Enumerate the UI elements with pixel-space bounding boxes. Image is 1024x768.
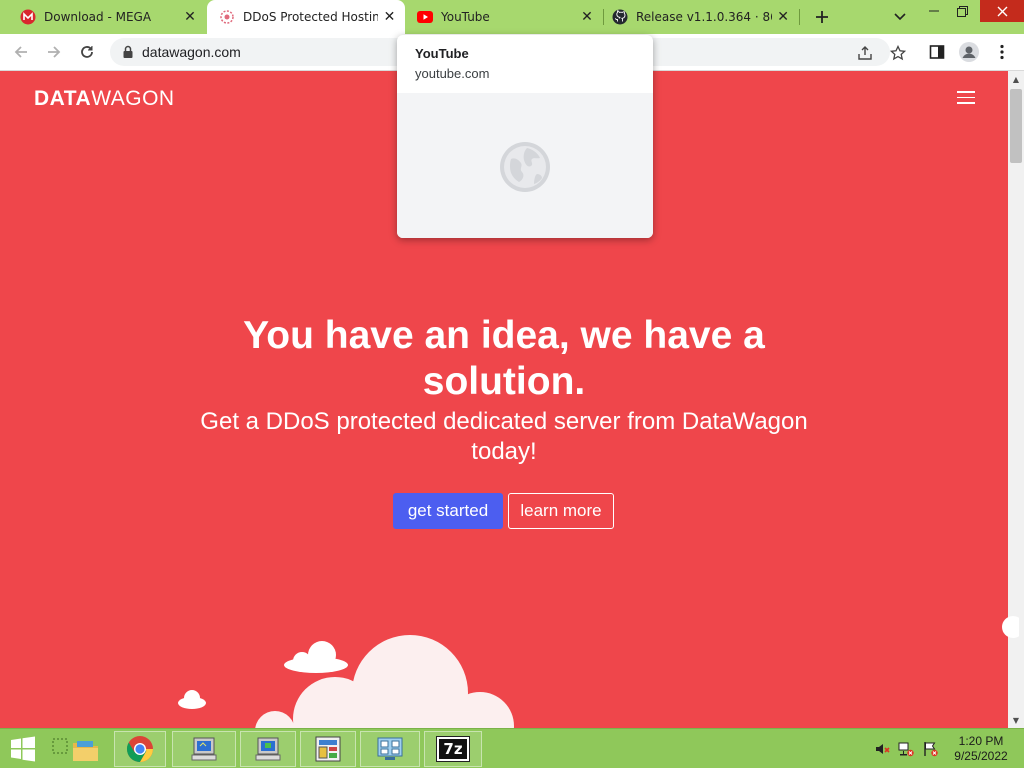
close-icon[interactable]: ✕ — [776, 9, 790, 25]
tab-search-button[interactable] — [888, 5, 912, 29]
tab-separator — [799, 9, 800, 25]
mega-icon — [20, 9, 36, 25]
side-panel-icon[interactable] — [927, 42, 947, 62]
clock-date: 9/25/2022 — [954, 749, 1008, 763]
arrow-left-icon — [14, 46, 27, 58]
7zip-taskbar-item[interactable]: 7z — [424, 731, 482, 767]
lock-icon[interactable] — [120, 44, 136, 60]
tab-title: DDoS Protected Hosting — [243, 10, 379, 24]
network-taskbar-item[interactable] — [360, 731, 420, 767]
volume-muted-icon[interactable] — [874, 741, 890, 761]
chevron-down-icon — [894, 13, 906, 21]
tab-strip: Download - MEGA ✕ DDoS Protected Hosting… — [0, 0, 1024, 34]
tab-github[interactable]: Release v1.1.0.364 · 86Bo ✕ — [604, 0, 798, 34]
file-explorer-icon — [52, 738, 98, 761]
new-tab-button[interactable] — [810, 5, 834, 29]
clock-time: 1:20 PM — [958, 734, 1004, 748]
control-panel-taskbar-item[interactable] — [300, 731, 356, 767]
forward-button[interactable] — [42, 40, 66, 64]
close-icon[interactable]: ✕ — [182, 9, 198, 25]
profile-avatar[interactable] — [959, 42, 979, 62]
start-button[interactable] — [4, 731, 42, 767]
tab-mega[interactable]: Download - MEGA ✕ — [0, 0, 206, 34]
system-clock[interactable]: 1:20 PM 9/25/2022 — [946, 734, 1016, 764]
tab-youtube[interactable]: YouTube ✕ — [407, 0, 603, 34]
share-icon[interactable] — [856, 44, 874, 62]
scroll-down-arrow-icon[interactable]: ▼ — [1008, 712, 1024, 728]
back-button[interactable] — [9, 40, 33, 64]
arrow-right-icon — [48, 46, 61, 58]
network-icon — [377, 737, 403, 760]
file-explorer-taskbar-item[interactable] — [44, 731, 110, 767]
hamburger-menu-icon[interactable] — [957, 91, 975, 105]
hero-subtitle: Get a DDoS protected dedicated server fr… — [200, 408, 808, 465]
url-text[interactable]: datawagon.com — [142, 44, 241, 60]
globe-icon — [500, 142, 550, 192]
star-icon[interactable] — [889, 44, 907, 62]
minimize-icon — [929, 10, 939, 12]
reload-button[interactable] — [75, 40, 99, 64]
computer-icon — [191, 737, 217, 761]
learn-more-button[interactable]: learn more — [508, 493, 614, 529]
youtube-icon — [417, 9, 433, 25]
network-status-icon[interactable] — [898, 741, 914, 761]
datawagon-logo[interactable]: DATAWAGON — [34, 87, 175, 111]
hovercard-title: YouTube — [415, 46, 469, 61]
close-icon[interactable]: ✕ — [579, 9, 595, 25]
logo-bold: DATA — [34, 87, 92, 110]
computer-taskbar-item-2[interactable] — [240, 731, 296, 767]
tab-hover-card: YouTube youtube.com — [397, 35, 653, 238]
hero-title: You have an idea, we have a solution. — [243, 314, 765, 403]
action-center-flag-icon[interactable] — [922, 741, 938, 761]
more-menu-icon[interactable] — [992, 42, 1012, 62]
scroll-up-arrow-icon[interactable]: ▲ — [1008, 71, 1024, 87]
get-started-button[interactable]: get started — [393, 493, 503, 529]
tab-datawagon[interactable]: DDoS Protected Hosting ✕ — [207, 0, 405, 34]
datawagon-icon — [219, 9, 235, 25]
start-icon — [11, 736, 35, 762]
close-icon — [997, 6, 1007, 16]
7zip-icon: 7z — [436, 736, 470, 762]
windows-taskbar: 7z 1:20 PM 9/25/2022 — [0, 728, 1024, 768]
logo-light: WAGON — [91, 87, 175, 110]
plus-icon — [816, 11, 828, 23]
restore-icon — [956, 5, 968, 17]
hovercard-domain: youtube.com — [415, 66, 490, 81]
github-icon — [612, 9, 628, 25]
control-panel-icon — [315, 736, 341, 762]
close-window-button[interactable] — [980, 0, 1024, 22]
chrome-icon — [126, 736, 153, 763]
tab-title: Release v1.1.0.364 · 86Bo — [636, 10, 772, 24]
close-icon[interactable]: ✕ — [382, 9, 397, 25]
reload-icon — [81, 46, 93, 58]
tab-title: YouTube — [441, 10, 490, 24]
tab-title: Download - MEGA — [44, 10, 152, 24]
chrome-taskbar-item[interactable] — [114, 731, 166, 767]
side-tab-handle[interactable] — [999, 615, 1019, 639]
restore-button[interactable] — [944, 0, 980, 22]
clouds-illustration — [178, 635, 514, 728]
hovercard-preview — [397, 93, 653, 238]
scroll-thumb[interactable] — [1010, 89, 1022, 163]
computer-icon — [255, 737, 281, 761]
computer-taskbar-item-1[interactable] — [172, 731, 236, 767]
